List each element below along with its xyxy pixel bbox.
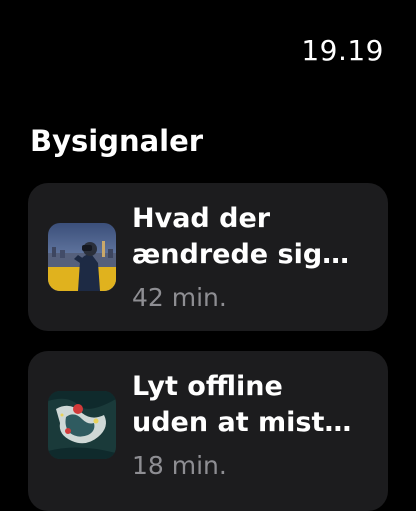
episode-title: Hvad der ændrede sig… [132,201,372,273]
city-portrait-artwork-icon [48,223,116,291]
episode-title-line-1: Lyt offline [132,371,283,402]
episode-card-1[interactable]: Hvad der ændrede sig… 42 min. [28,183,388,331]
section-title: Bysignaler [30,124,204,158]
episode-card-2[interactable]: Lyt offline uden at mist… 18 min. [28,351,388,511]
episode-title-line-2: ændrede sig… [132,239,350,270]
episode-title-line-1: Hvad der [132,203,271,234]
episode-duration: 18 min. [132,451,227,480]
episode-title-line-2: uden at mist… [132,407,352,438]
status-time: 19.19 [301,34,384,67]
episode-duration: 42 min. [132,283,227,312]
abstract-map-artwork-icon [48,391,116,459]
episode-title: Lyt offline uden at mist… [132,369,372,441]
